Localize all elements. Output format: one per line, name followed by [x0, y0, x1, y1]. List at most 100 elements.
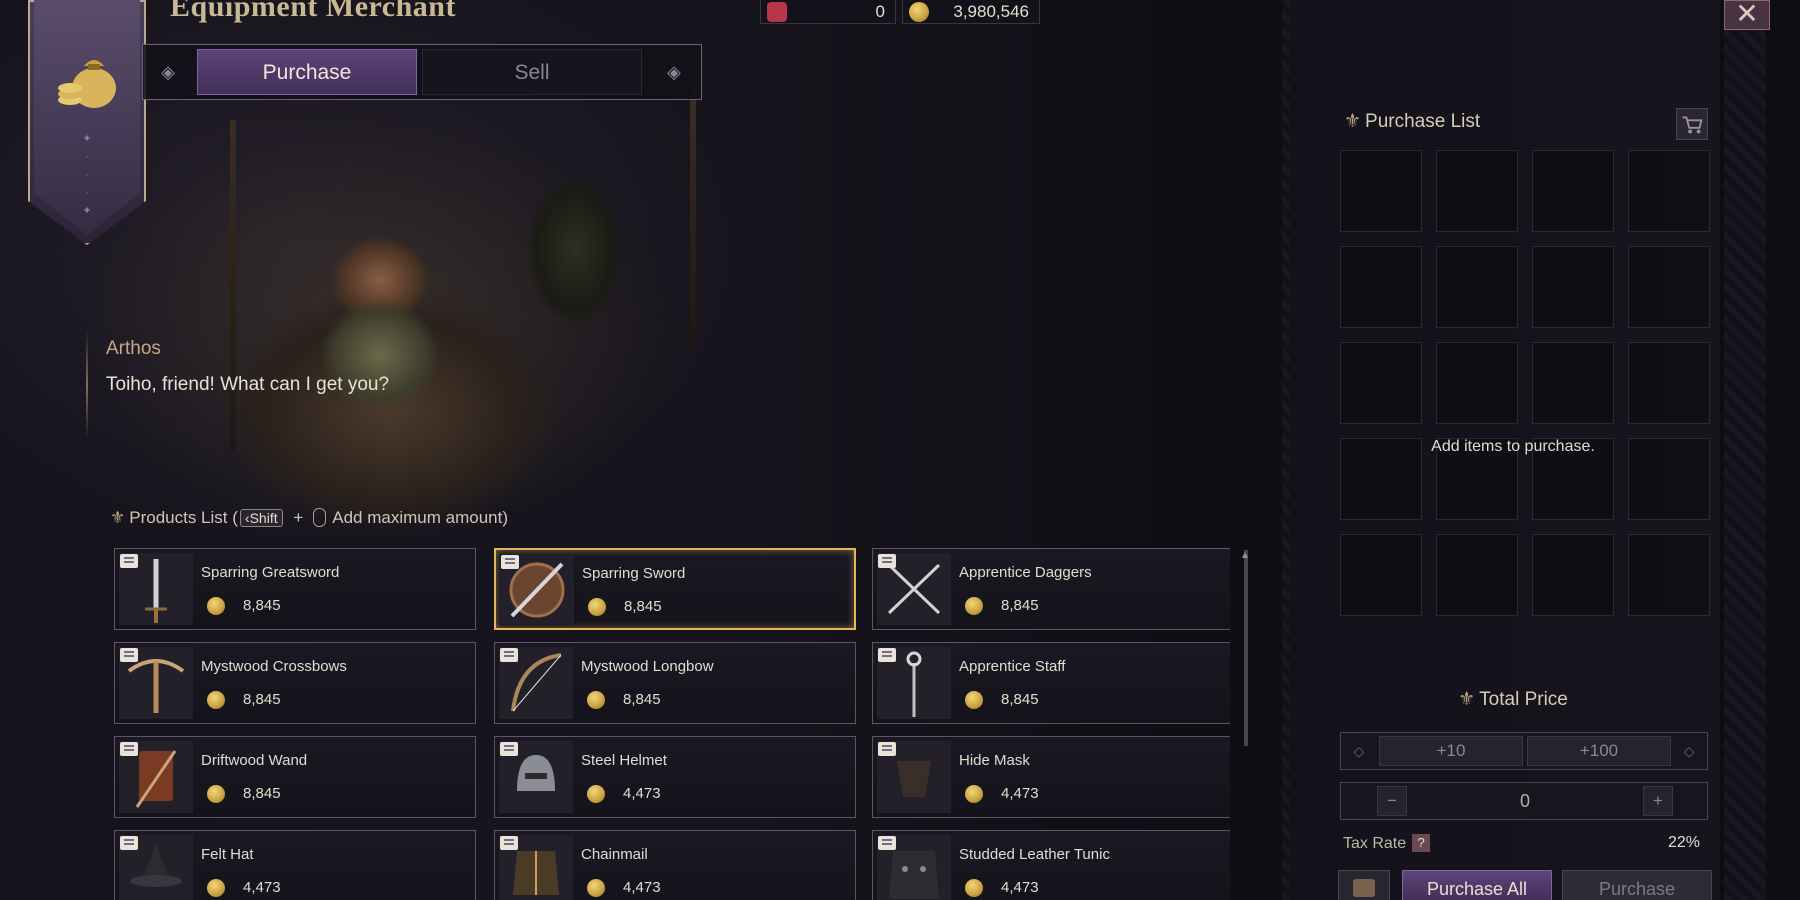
product-name: Sparring Sword [582, 565, 686, 582]
panel-border-right [1724, 0, 1766, 900]
product-name: Steel Helmet [581, 752, 667, 769]
npc-name: Arthos [106, 338, 161, 359]
purchase-slot[interactable] [1628, 150, 1710, 232]
product-card[interactable]: Driftwood Wand 8,845 [114, 736, 476, 818]
product-card[interactable]: Studded Leather Tunic 4,473 [872, 830, 1230, 900]
fleur-icon: ⚜ [1458, 689, 1476, 710]
purchase-slot[interactable] [1532, 246, 1614, 328]
product-price: 8,845 [623, 691, 661, 708]
product-price: 4,473 [623, 785, 661, 802]
purchase-slot[interactable] [1532, 534, 1614, 616]
products-list-label: Products List ( [129, 508, 238, 527]
product-scrollbar[interactable] [1244, 550, 1248, 746]
gold-coin-icon [587, 879, 605, 897]
inventory-button[interactable] [1338, 870, 1390, 900]
red-token-icon [767, 2, 787, 22]
purchase-slot[interactable] [1628, 246, 1710, 328]
product-icon [877, 647, 951, 719]
purchase-slot[interactable] [1436, 150, 1518, 232]
product-icon [119, 741, 193, 813]
purchase-slot[interactable] [1532, 150, 1614, 232]
purchase-slot[interactable] [1532, 342, 1614, 424]
product-price: 8,845 [1001, 597, 1039, 614]
product-name: Mystwood Longbow [581, 658, 714, 675]
purchase-slot[interactable] [1340, 246, 1422, 328]
product-grid: Sparring Greatsword 8,845 Sparring Sword 8,… [114, 548, 1230, 900]
quantity-stepper: − 0 + [1340, 782, 1708, 820]
weapon-rack-post [690, 90, 696, 350]
purchase-slot[interactable] [1628, 342, 1710, 424]
purchase-slot[interactable] [1340, 534, 1422, 616]
product-price: 8,845 [624, 598, 662, 615]
product-icon [119, 553, 193, 625]
purchase-slot[interactable] [1340, 150, 1422, 232]
gold-coin-icon [965, 785, 983, 803]
gold-coin-icon [965, 691, 983, 709]
product-icon [499, 741, 573, 813]
purchase-button[interactable]: Purchase [1562, 870, 1712, 900]
product-card[interactable]: Sparring Greatsword 8,845 [114, 548, 476, 630]
plus-100-button[interactable]: +100 [1527, 736, 1671, 766]
product-price: 4,473 [1001, 785, 1039, 802]
gold-coin-icon [207, 597, 225, 615]
diamond-ornament-icon: ◇ [1683, 743, 1695, 759]
product-icon [500, 554, 574, 626]
purchase-slot[interactable] [1436, 342, 1518, 424]
product-card[interactable]: Apprentice Daggers 8,845 [872, 548, 1230, 630]
red-token-counter: 0 [760, 0, 896, 24]
gold-coin-icon [909, 2, 929, 22]
dialog-divider [86, 330, 88, 440]
note-tag-icon [878, 554, 896, 568]
product-card[interactable]: Steel Helmet 4,473 [494, 736, 856, 818]
tab-purchase[interactable]: Purchase [197, 49, 417, 95]
purchase-slot[interactable] [1436, 534, 1518, 616]
tax-help-icon[interactable]: ? [1412, 834, 1431, 852]
shift-key-badge: ‹Shift [239, 509, 283, 527]
note-tag-icon [501, 555, 519, 569]
products-list-header: ⚜ Products List (‹Shift + Add maximum amou… [110, 508, 508, 528]
product-card[interactable]: Felt Hat 4,473 [114, 830, 476, 900]
scroll-up-icon[interactable]: ▲ [1240, 550, 1250, 566]
product-price: 8,845 [243, 785, 281, 802]
note-tag-icon [120, 554, 138, 568]
gold-coin-icon [588, 598, 606, 616]
mouse-icon [313, 508, 327, 527]
product-card[interactable]: Apprentice Staff 8,845 [872, 642, 1230, 724]
purchase-slot[interactable] [1628, 534, 1710, 616]
money-bag-icon [58, 60, 116, 108]
product-price: 4,473 [243, 879, 281, 896]
purchase-all-button[interactable]: Purchase All [1402, 870, 1552, 900]
product-name: Driftwood Wand [201, 752, 308, 769]
purchase-slot[interactable] [1436, 246, 1518, 328]
purchase-slot[interactable] [1340, 342, 1422, 424]
quantity-input[interactable]: 0 [1385, 786, 1665, 816]
banner-ornament: ✦ · · · ✦ [82, 133, 92, 217]
product-card[interactable]: Mystwood Longbow 8,845 [494, 642, 856, 724]
tab-prev-icon[interactable]: ◈ [156, 60, 180, 84]
tab-next-icon[interactable]: ◈ [662, 60, 686, 84]
product-card[interactable]: Sparring Sword 8,845 [494, 548, 856, 630]
close-button[interactable]: ✕ [1724, 0, 1770, 30]
product-card[interactable]: Mystwood Crossbows 8,845 [114, 642, 476, 724]
increase-button[interactable]: + [1643, 786, 1673, 816]
product-icon [119, 647, 193, 719]
note-tag-icon [500, 836, 518, 850]
gold-value: 3,980,546 [953, 2, 1029, 21]
purchase-list-title: ⚜ Purchase List [1344, 111, 1481, 132]
tab-bar: ◈ Purchase Sell ◈ [142, 44, 702, 100]
empty-purchase-message: Add items to purchase. [1431, 438, 1595, 455]
note-tag-icon [878, 836, 896, 850]
product-price: 8,845 [243, 691, 281, 708]
tab-sell[interactable]: Sell [422, 49, 642, 95]
gold-coin-icon [965, 597, 983, 615]
fleur-icon: ⚜ [110, 508, 126, 527]
gold-coin-icon [207, 691, 225, 709]
fleur-icon: ⚜ [1344, 111, 1362, 132]
npc-beard [310, 300, 450, 430]
plus-10-button[interactable]: +10 [1379, 736, 1523, 766]
product-card[interactable]: Hide Mask 4,473 [872, 736, 1230, 818]
npc-raised-hand [520, 170, 630, 340]
gold-counter: 3,980,546 [902, 0, 1040, 24]
cart-button[interactable] [1676, 108, 1708, 140]
product-card[interactable]: Chainmail 4,473 [494, 830, 856, 900]
